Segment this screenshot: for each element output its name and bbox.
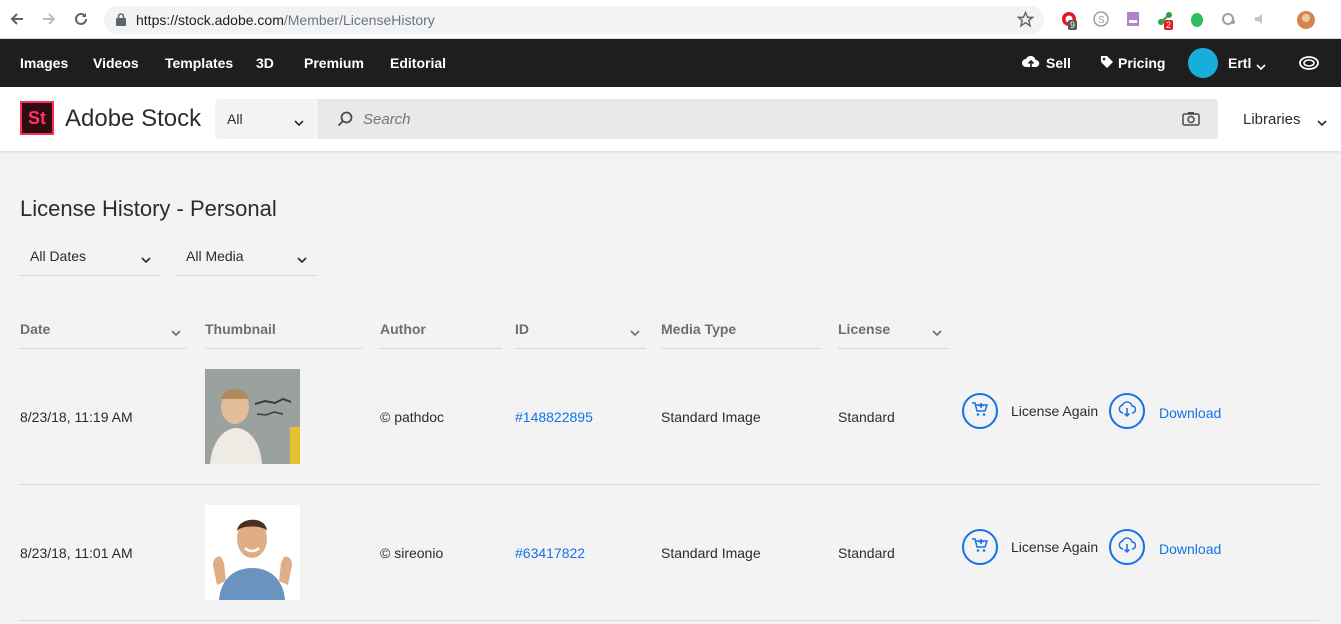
download-button[interactable] — [1109, 393, 1145, 429]
column-header-license[interactable]: License — [838, 310, 948, 349]
license-again-label[interactable]: License Again — [1011, 403, 1098, 419]
sell-link[interactable]: Sell — [1046, 55, 1071, 71]
column-label: Author — [380, 321, 426, 337]
pricing-link[interactable]: Pricing — [1118, 55, 1165, 71]
search-filter-select[interactable]: All — [215, 99, 319, 139]
column-label: Date — [20, 321, 51, 337]
logo-text[interactable]: Adobe Stock — [65, 105, 201, 133]
chevron-down-icon — [630, 324, 640, 342]
libraries-menu[interactable]: Libraries — [1243, 111, 1327, 128]
column-header-thumbnail: Thumbnail — [205, 310, 363, 349]
table-row: 8/23/18, 11:01 AM © sireonio #63417822 S… — [20, 485, 1319, 621]
row-media-type: Standard Image — [661, 409, 761, 425]
extension-badge: 9 — [1068, 20, 1078, 30]
row-license: Standard — [838, 545, 895, 561]
download-button[interactable] — [1109, 529, 1145, 565]
extension-icon[interactable] — [1220, 10, 1238, 28]
bookmark-star-icon[interactable] — [1016, 10, 1035, 33]
top-navigation: Images Videos Templates 3D Premium Edito… — [0, 39, 1341, 87]
chevron-down-icon — [297, 251, 307, 269]
url-text: https://stock.adobe.com/Member/LicenseHi… — [136, 12, 435, 28]
thumbnail-image[interactable] — [205, 505, 300, 600]
skype-extension-icon[interactable]: S — [1092, 10, 1110, 28]
extension-badge: 2 — [1164, 20, 1174, 30]
cloud-upload-icon — [1022, 54, 1040, 75]
column-label: Media Type — [661, 321, 737, 337]
reload-icon[interactable] — [70, 8, 92, 30]
cart-icon — [971, 536, 989, 559]
tag-icon — [1100, 54, 1114, 75]
row-date: 8/23/18, 11:01 AM — [20, 545, 133, 561]
download-link[interactable]: Download — [1159, 405, 1221, 421]
chevron-down-icon — [1317, 114, 1327, 131]
user-avatar[interactable] — [1188, 48, 1218, 78]
search-input[interactable] — [363, 107, 1143, 131]
column-header-date[interactable]: Date — [20, 310, 187, 349]
forward-icon[interactable] — [38, 8, 60, 30]
cloud-download-icon — [1118, 400, 1137, 422]
lock-icon — [116, 13, 126, 31]
nav-premium[interactable]: Premium — [304, 55, 364, 71]
column-header-id[interactable]: ID — [515, 310, 646, 349]
logo-mark: St — [28, 107, 46, 128]
libraries-label: Libraries — [1243, 111, 1301, 128]
nav-3d[interactable]: 3D — [256, 55, 274, 71]
row-author: © pathdoc — [380, 409, 445, 425]
opera-extension-icon[interactable]: 9 — [1060, 10, 1078, 30]
back-icon[interactable] — [6, 8, 28, 30]
column-header-author: Author — [380, 310, 502, 349]
chevron-down-icon — [171, 324, 181, 342]
media-filter-value: All Media — [186, 248, 244, 264]
table-row: 8/23/18, 11:19 AM © pathdoc #148822895 S… — [20, 349, 1319, 485]
nav-templates[interactable]: Templates — [165, 55, 233, 71]
nav-images[interactable]: Images — [20, 55, 68, 71]
license-again-button[interactable] — [962, 529, 998, 565]
column-label: ID — [515, 321, 529, 337]
browser-toolbar: https://stock.adobe.com/Member/LicenseHi… — [0, 0, 1341, 39]
page-title: License History - Personal — [20, 196, 277, 221]
column-label: License — [838, 321, 891, 337]
volume-icon[interactable] — [1252, 10, 1270, 28]
camera-search-icon[interactable] — [1182, 111, 1200, 131]
row-id-link[interactable]: #63417822 — [515, 545, 585, 561]
chevron-down-icon[interactable] — [1256, 58, 1266, 76]
row-date: 8/23/18, 11:19 AM — [20, 409, 133, 425]
thumbnail-image[interactable] — [205, 369, 300, 464]
download-link[interactable]: Download — [1159, 541, 1221, 557]
license-again-button[interactable] — [962, 393, 998, 429]
svg-text:S: S — [1098, 15, 1105, 26]
media-filter-dropdown[interactable]: All Media — [176, 238, 317, 276]
date-filter-dropdown[interactable]: All Dates — [20, 238, 161, 276]
profile-avatar-icon[interactable] — [1296, 10, 1315, 29]
search-icon — [337, 111, 353, 132]
search-bar — [319, 99, 1218, 139]
cart-icon — [971, 400, 989, 423]
date-filter-value: All Dates — [30, 248, 87, 264]
cloud-download-icon — [1118, 536, 1137, 558]
column-label: Thumbnail — [205, 321, 276, 337]
nav-videos[interactable]: Videos — [93, 55, 139, 71]
user-name[interactable]: Ertl — [1228, 55, 1251, 71]
chevron-down-icon — [294, 114, 304, 132]
license-again-label[interactable]: License Again — [1011, 539, 1098, 555]
row-license: Standard — [838, 409, 895, 425]
column-header-media-type: Media Type — [661, 310, 820, 349]
stock-header: St Adobe Stock All Libraries — [0, 87, 1341, 151]
creative-cloud-icon[interactable] — [1298, 53, 1320, 78]
chevron-down-icon — [141, 251, 151, 269]
row-id-link[interactable]: #148822895 — [515, 409, 593, 425]
row-media-type: Standard Image — [661, 545, 761, 561]
filter-value: All — [227, 111, 243, 127]
adobe-stock-logo[interactable]: St — [20, 101, 54, 135]
evernote-extension-icon[interactable] — [1188, 10, 1206, 28]
chevron-down-icon — [932, 324, 942, 342]
nav-editorial[interactable]: Editorial — [390, 55, 446, 71]
address-bar[interactable]: https://stock.adobe.com/Member/LicenseHi… — [104, 6, 1044, 34]
pdf-extension-icon[interactable] — [1124, 10, 1142, 28]
network-extension-icon[interactable]: 2 — [1156, 10, 1174, 30]
row-author: © sireonio — [380, 545, 444, 561]
